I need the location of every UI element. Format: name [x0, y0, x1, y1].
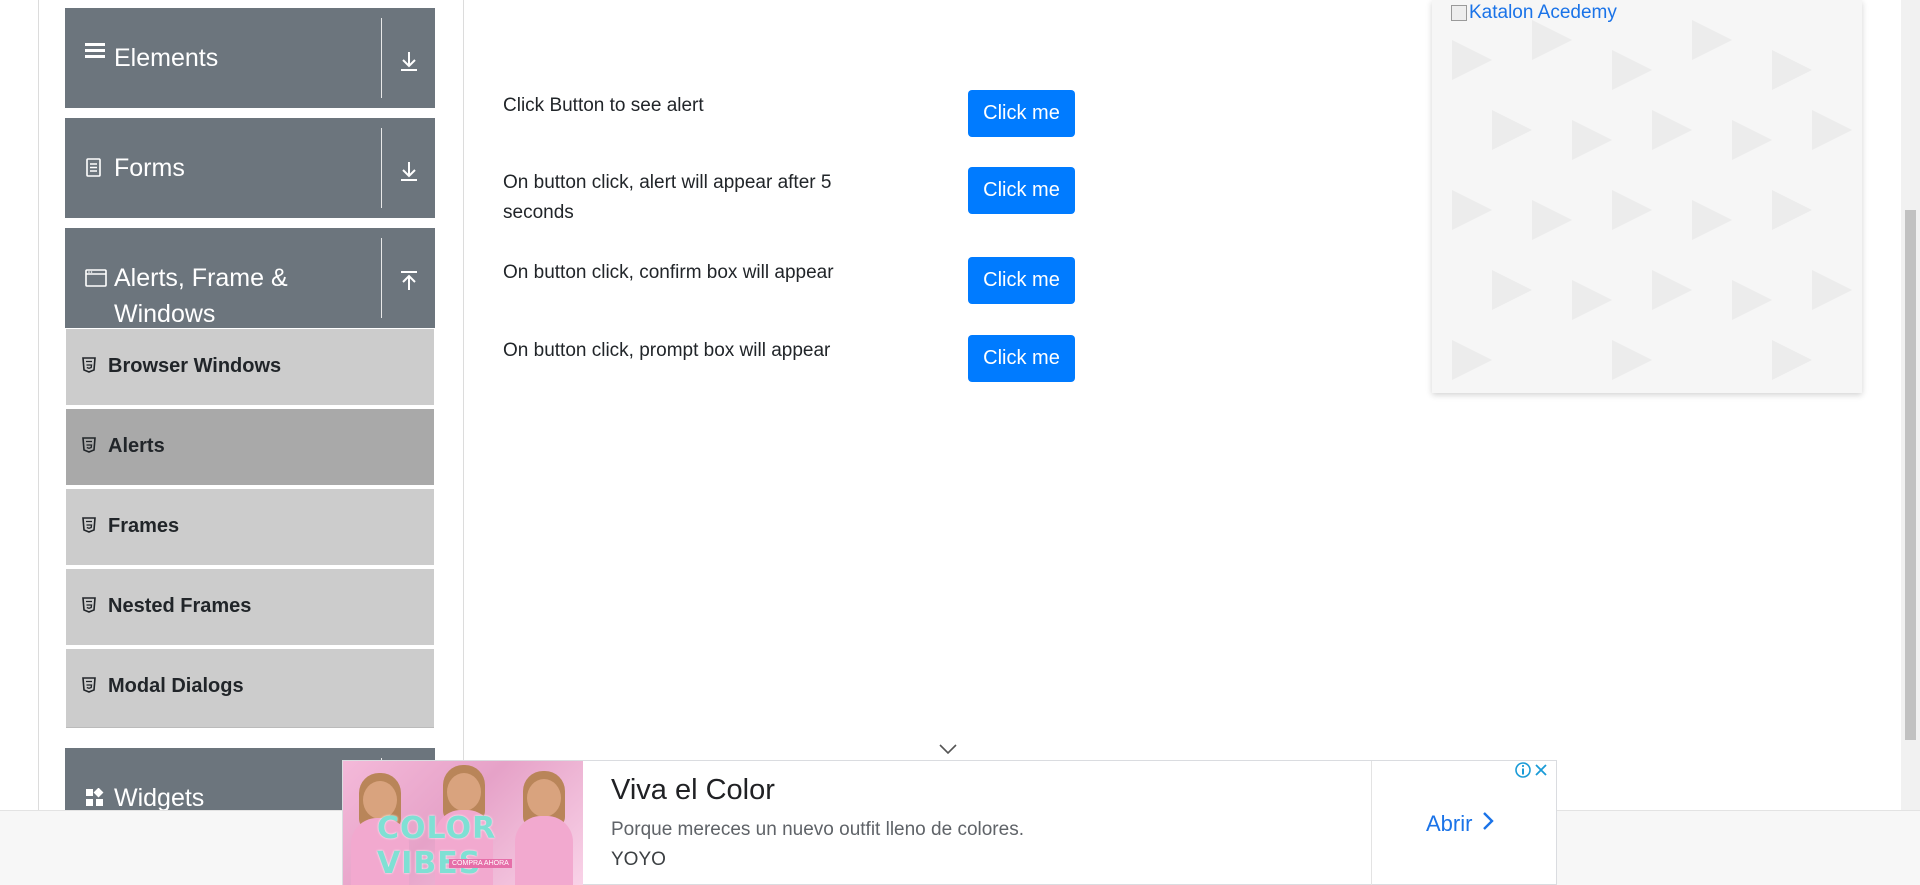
nav-group-forms[interactable]: Forms	[65, 118, 435, 218]
nav-group-toggle[interactable]	[381, 118, 435, 218]
sidebar-item-modal-dialogs[interactable]: Modal Dialogs	[66, 649, 434, 728]
prompt-button[interactable]: Click me	[968, 335, 1075, 382]
ad-title[interactable]: Viva el Color	[611, 774, 775, 807]
nav-group-toggle[interactable]	[381, 228, 435, 328]
hamburger-icon	[85, 40, 107, 62]
alert-row-text: Click Button to see alert	[503, 95, 704, 116]
bottom-ad-banner[interactable]: COLOR VIBES COMPRA AHORA Viva el Color P…	[342, 760, 1557, 885]
grid-icon	[85, 787, 107, 810]
chevron-right-icon	[1482, 811, 1495, 837]
timer-alert-row-text: On button click, alert will appear after…	[503, 172, 832, 223]
alert-button[interactable]: Click me	[968, 90, 1075, 137]
image-alt-text: Katalon Acedemy	[1469, 2, 1617, 23]
window-icon	[85, 268, 107, 290]
nav-group-alerts-frame-windows[interactable]: Alerts, Frame & Windows	[65, 228, 435, 328]
left-panel-divider	[463, 0, 464, 810]
nav-group-label: Elements	[114, 44, 219, 72]
sidebar-item-label: Nested Frames	[108, 595, 252, 617]
sidebar-item-alerts[interactable]: Alerts	[66, 409, 434, 487]
ad-brand: YOYO	[611, 849, 666, 870]
ad-background-pattern	[1452, 20, 1852, 380]
sidebar-item-label: Modal Dialogs	[108, 675, 244, 697]
sidebar-item-label: Browser Windows	[108, 355, 282, 377]
html5-icon	[82, 597, 96, 613]
html5-icon	[82, 357, 96, 373]
document-icon	[85, 158, 107, 180]
nav-group-label: Alerts, Frame & Windows	[114, 264, 288, 328]
nav-group-elements[interactable]: Elements	[65, 8, 435, 108]
ad-choices[interactable]	[1514, 761, 1554, 779]
sidebar-item-browser-windows[interactable]: Browser Windows	[66, 329, 434, 407]
sidebar-item-label: Frames	[108, 515, 180, 537]
confirm-button[interactable]: Click me	[968, 257, 1075, 304]
nav-group-label: Forms	[114, 154, 185, 182]
ad-divider	[1371, 761, 1372, 885]
info-icon[interactable]	[1514, 761, 1532, 779]
sidebar-item-label: Alerts	[108, 435, 165, 457]
html5-icon	[82, 677, 96, 693]
ad-open-button[interactable]: Abrir	[1426, 811, 1495, 837]
page-scrollbar[interactable]	[1901, 0, 1920, 810]
nav-group-label: Widgets	[114, 784, 205, 810]
close-icon[interactable]	[1532, 761, 1550, 779]
ad-description: Porque mereces un nuevo outfit lleno de …	[611, 819, 1024, 840]
ad-image-subtext: COMPRA AHORA	[449, 859, 512, 868]
chevron-down-icon[interactable]	[938, 742, 958, 755]
right-ad-box[interactable]: Katalon Acedemy	[1432, 0, 1862, 393]
html5-icon	[82, 517, 96, 533]
broken-image-icon	[1451, 5, 1467, 21]
ad-figure-head	[447, 773, 481, 811]
ad-image[interactable]: COLOR VIBES COMPRA AHORA	[343, 761, 583, 885]
confirm-row-text: On button click, confirm box will appear	[503, 262, 834, 283]
nav-group-toggle[interactable]	[381, 8, 435, 108]
timer-alert-button[interactable]: Click me	[968, 167, 1075, 214]
ad-image-text: COLOR VIBES	[377, 811, 497, 881]
scrollbar-thumb[interactable]	[1905, 210, 1916, 740]
sidebar-item-nested-frames[interactable]: Nested Frames	[66, 569, 434, 647]
sidebar-item-frames[interactable]: Frames	[66, 489, 434, 567]
html5-icon	[82, 437, 96, 453]
katalon-academy-image[interactable]: Katalon Acedemy	[1451, 2, 1617, 24]
ad-cta-label: Abrir	[1426, 811, 1473, 836]
prompt-row-text: On button click, prompt box will appear	[503, 340, 831, 361]
left-panel: Elements Forms Alerts, Frame & Windows B…	[0, 0, 465, 810]
left-panel-border	[38, 0, 39, 810]
